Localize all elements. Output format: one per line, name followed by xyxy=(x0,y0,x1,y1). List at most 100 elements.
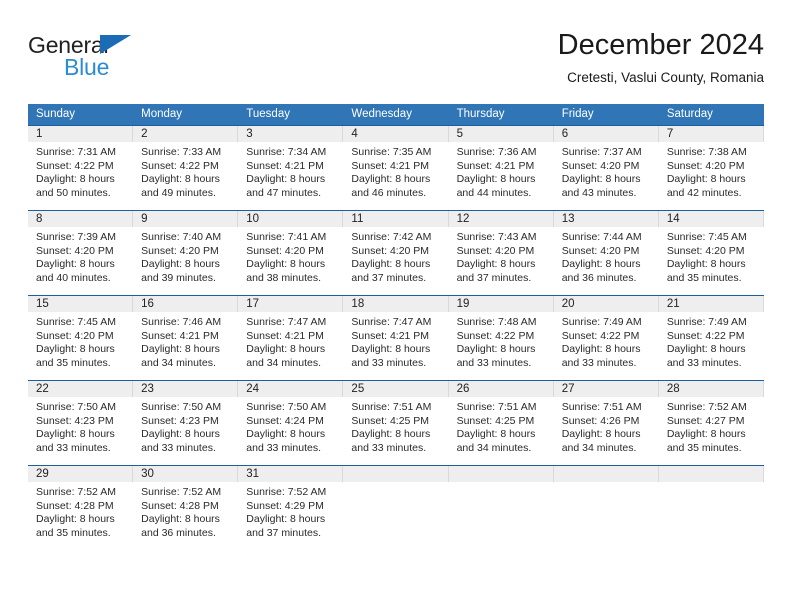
calendar-day-cell[interactable]: 24 Sunrise: 7:50 AM Sunset: 4:24 PM Dayligh… xyxy=(238,380,344,466)
day-detail-daylight1: Daylight: 8 hours xyxy=(666,428,746,441)
day-number: 13 xyxy=(553,211,659,227)
day-detail-sunrise: Sunrise: 7:33 AM xyxy=(141,146,222,158)
day-details: Sunrise: 7:50 AM Sunset: 4:24 PM Daylight:… xyxy=(238,397,343,455)
weekday-header-row: Sunday Monday Tuesday Wednesday Thursday… xyxy=(28,104,764,126)
day-detail-sunset: Sunset: 4:21 PM xyxy=(246,159,324,172)
day-detail-sunrise: Sunrise: 7:47 AM xyxy=(351,316,432,328)
location-subtitle: Cretesti, Vaslui County, Romania xyxy=(567,70,764,85)
day-detail-daylight1: Daylight: 8 hours xyxy=(351,173,431,186)
weekday-header-thursday: Thursday xyxy=(448,104,554,126)
calendar-day-cell[interactable]: 22 Sunrise: 7:50 AM Sunset: 4:23 PM Dayligh… xyxy=(28,380,134,466)
day-details: Sunrise: 7:48 AM Sunset: 4:22 PM Daylight:… xyxy=(449,312,554,370)
calendar-empty-cell xyxy=(658,465,764,550)
day-detail-sunrise: Sunrise: 7:52 AM xyxy=(246,486,327,498)
day-detail-sunrise: Sunrise: 7:52 AM xyxy=(666,401,747,413)
calendar-day-cell[interactable]: 21 Sunrise: 7:49 AM Sunset: 4:22 PM Dayligh… xyxy=(658,295,764,381)
day-detail-daylight2: and 47 minutes. xyxy=(246,186,321,199)
day-number: 12 xyxy=(448,211,554,227)
weekday-header-tuesday: Tuesday xyxy=(238,104,344,126)
day-detail-daylight2: and 46 minutes. xyxy=(351,186,427,199)
day-detail-daylight1: Daylight: 8 hours xyxy=(36,173,115,186)
calendar-day-cell[interactable]: 12 Sunrise: 7:43 AM Sunset: 4:20 PM Dayligh… xyxy=(448,210,554,296)
day-detail-sunset: Sunset: 4:22 PM xyxy=(36,159,114,172)
calendar-day-cell[interactable]: 14 Sunrise: 7:45 AM Sunset: 4:20 PM Dayligh… xyxy=(658,210,764,296)
day-detail-daylight1: Daylight: 8 hours xyxy=(351,343,431,356)
calendar-body: 1 Sunrise: 7:31 AM Sunset: 4:22 PM Daylight… xyxy=(28,125,764,550)
calendar-day-cell[interactable]: 20 Sunrise: 7:49 AM Sunset: 4:22 PM Dayligh… xyxy=(553,295,659,381)
day-detail-sunrise: Sunrise: 7:41 AM xyxy=(246,231,327,243)
calendar-day-cell[interactable]: 5 Sunrise: 7:36 AM Sunset: 4:21 PM Daylight… xyxy=(448,125,554,211)
calendar-day-cell[interactable]: 2 Sunrise: 7:33 AM Sunset: 4:22 PM Daylight… xyxy=(133,125,239,211)
day-details: Sunrise: 7:36 AM Sunset: 4:21 PM Daylight:… xyxy=(449,142,554,200)
day-details: Sunrise: 7:52 AM Sunset: 4:28 PM Daylight:… xyxy=(133,482,238,540)
day-number: 31 xyxy=(238,466,344,482)
day-detail-sunrise: Sunrise: 7:52 AM xyxy=(141,486,222,498)
day-detail-sunset: Sunset: 4:20 PM xyxy=(561,244,640,257)
calendar-day-cell[interactable]: 16 Sunrise: 7:46 AM Sunset: 4:21 PM Dayligh… xyxy=(133,295,239,381)
day-detail-sunset: Sunset: 4:20 PM xyxy=(666,159,745,172)
day-details: Sunrise: 7:41 AM Sunset: 4:20 PM Daylight:… xyxy=(238,227,343,285)
day-detail-sunrise: Sunrise: 7:42 AM xyxy=(351,231,432,243)
calendar-day-cell[interactable]: 23 Sunrise: 7:50 AM Sunset: 4:23 PM Dayligh… xyxy=(133,380,239,466)
day-detail-sunrise: Sunrise: 7:48 AM xyxy=(456,316,537,328)
day-detail-sunrise: Sunrise: 7:50 AM xyxy=(141,401,222,413)
page-header: General Blue December 2024 Cretesti, Vas… xyxy=(28,28,764,98)
calendar-day-cell[interactable]: 9 Sunrise: 7:40 AM Sunset: 4:20 PM Daylight… xyxy=(133,210,239,296)
day-details: Sunrise: 7:47 AM Sunset: 4:21 PM Daylight:… xyxy=(343,312,448,370)
day-details: Sunrise: 7:34 AM Sunset: 4:21 PM Daylight:… xyxy=(238,142,343,200)
calendar-day-cell[interactable]: 17 Sunrise: 7:47 AM Sunset: 4:21 PM Dayligh… xyxy=(238,295,344,381)
weekday-header-sunday: Sunday xyxy=(28,104,134,126)
day-detail-sunset: Sunset: 4:20 PM xyxy=(351,244,430,257)
day-detail-sunrise: Sunrise: 7:49 AM xyxy=(561,316,642,328)
day-detail-sunrise: Sunrise: 7:51 AM xyxy=(351,401,432,413)
calendar-week-row: 8 Sunrise: 7:39 AM Sunset: 4:20 PM Daylight… xyxy=(28,210,764,296)
day-detail-daylight2: and 43 minutes. xyxy=(561,186,637,199)
day-details: Sunrise: 7:47 AM Sunset: 4:21 PM Daylight:… xyxy=(238,312,343,370)
day-detail-daylight2: and 33 minutes. xyxy=(561,356,637,369)
day-detail-daylight2: and 35 minutes. xyxy=(666,271,742,284)
calendar-day-cell[interactable]: 15 Sunrise: 7:45 AM Sunset: 4:20 PM Dayligh… xyxy=(28,295,134,381)
general-blue-logo[interactable]: General Blue xyxy=(28,32,228,90)
day-detail-daylight2: and 33 minutes. xyxy=(351,356,427,369)
calendar-day-cell[interactable]: 28 Sunrise: 7:52 AM Sunset: 4:27 PM Dayligh… xyxy=(658,380,764,466)
day-detail-sunrise: Sunrise: 7:51 AM xyxy=(456,401,537,413)
day-number: 28 xyxy=(658,381,764,397)
day-detail-sunrise: Sunrise: 7:44 AM xyxy=(561,231,642,243)
day-detail-daylight1: Daylight: 8 hours xyxy=(561,173,641,186)
day-number: 11 xyxy=(343,211,449,227)
calendar-day-cell[interactable]: 18 Sunrise: 7:47 AM Sunset: 4:21 PM Dayligh… xyxy=(343,295,449,381)
day-detail-sunrise: Sunrise: 7:36 AM xyxy=(456,146,537,158)
day-details: Sunrise: 7:51 AM Sunset: 4:25 PM Daylight:… xyxy=(449,397,554,455)
day-detail-sunrise: Sunrise: 7:43 AM xyxy=(456,231,537,243)
day-detail-daylight2: and 33 minutes. xyxy=(666,356,742,369)
day-detail-daylight1: Daylight: 8 hours xyxy=(456,258,536,271)
calendar-day-cell[interactable]: 7 Sunrise: 7:38 AM Sunset: 4:20 PM Daylight… xyxy=(658,125,764,211)
calendar-day-cell[interactable]: 4 Sunrise: 7:35 AM Sunset: 4:21 PM Daylight… xyxy=(343,125,449,211)
calendar-day-cell[interactable]: 31 Sunrise: 7:52 AM Sunset: 4:29 PM Dayligh… xyxy=(238,465,344,550)
calendar-day-cell[interactable]: 25 Sunrise: 7:51 AM Sunset: 4:25 PM Dayligh… xyxy=(343,380,449,466)
calendar-day-cell[interactable]: 30 Sunrise: 7:52 AM Sunset: 4:28 PM Dayligh… xyxy=(133,465,239,550)
calendar-day-cell[interactable]: 6 Sunrise: 7:37 AM Sunset: 4:20 PM Daylight… xyxy=(553,125,659,211)
calendar-day-cell[interactable]: 8 Sunrise: 7:39 AM Sunset: 4:20 PM Daylight… xyxy=(28,210,134,296)
weekday-header-wednesday: Wednesday xyxy=(343,104,449,126)
day-details: Sunrise: 7:51 AM Sunset: 4:25 PM Daylight:… xyxy=(343,397,448,455)
calendar-day-cell[interactable]: 26 Sunrise: 7:51 AM Sunset: 4:25 PM Dayligh… xyxy=(448,380,554,466)
calendar-day-cell[interactable]: 29 Sunrise: 7:52 AM Sunset: 4:28 PM Dayligh… xyxy=(28,465,134,550)
calendar-day-cell[interactable]: 1 Sunrise: 7:31 AM Sunset: 4:22 PM Daylight… xyxy=(28,125,134,211)
day-number: 29 xyxy=(28,466,134,482)
day-detail-daylight1: Daylight: 8 hours xyxy=(561,258,641,271)
calendar-day-cell[interactable]: 11 Sunrise: 7:42 AM Sunset: 4:20 PM Dayligh… xyxy=(343,210,449,296)
calendar-day-cell[interactable]: 19 Sunrise: 7:48 AM Sunset: 4:22 PM Dayligh… xyxy=(448,295,554,381)
logo-triangle-icon xyxy=(100,35,131,54)
calendar-day-cell[interactable]: 3 Sunrise: 7:34 AM Sunset: 4:21 PM Daylight… xyxy=(238,125,344,211)
day-detail-daylight1: Daylight: 8 hours xyxy=(456,173,536,186)
weekday-header-friday: Friday xyxy=(553,104,659,126)
day-detail-daylight1: Daylight: 8 hours xyxy=(561,343,641,356)
day-detail-sunset: Sunset: 4:21 PM xyxy=(351,329,430,342)
title-block: December 2024 Cretesti, Vaslui County, R… xyxy=(558,28,764,88)
calendar-day-cell[interactable]: 10 Sunrise: 7:41 AM Sunset: 4:20 PM Dayligh… xyxy=(238,210,344,296)
calendar-day-cell[interactable]: 13 Sunrise: 7:44 AM Sunset: 4:20 PM Dayligh… xyxy=(553,210,659,296)
calendar-day-cell[interactable]: 27 Sunrise: 7:51 AM Sunset: 4:26 PM Dayligh… xyxy=(553,380,659,466)
day-details: Sunrise: 7:35 AM Sunset: 4:21 PM Daylight:… xyxy=(343,142,448,200)
day-number: 17 xyxy=(238,296,344,312)
